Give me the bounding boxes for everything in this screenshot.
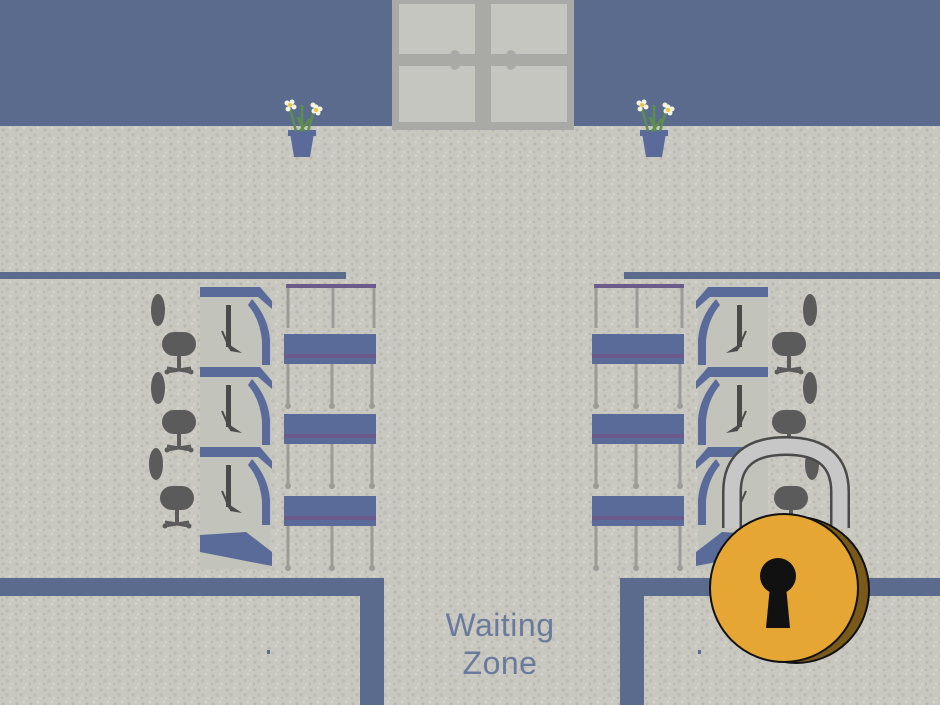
room-door-mark bbox=[698, 650, 701, 654]
partition-wall-right bbox=[624, 272, 940, 279]
partition-wall-left bbox=[0, 272, 346, 279]
top-wall-right bbox=[574, 0, 940, 126]
computer-workstation[interactable] bbox=[695, 286, 769, 368]
computer-workstation[interactable] bbox=[199, 446, 273, 528]
computer-workstation[interactable] bbox=[199, 366, 273, 448]
top-wall-left bbox=[0, 0, 392, 126]
room-door-mark bbox=[267, 650, 270, 654]
computer-workstation[interactable] bbox=[695, 366, 769, 448]
computer-workstation[interactable] bbox=[199, 286, 273, 368]
double-door-icon[interactable] bbox=[392, 0, 574, 130]
padlock-button[interactable] bbox=[702, 438, 874, 670]
